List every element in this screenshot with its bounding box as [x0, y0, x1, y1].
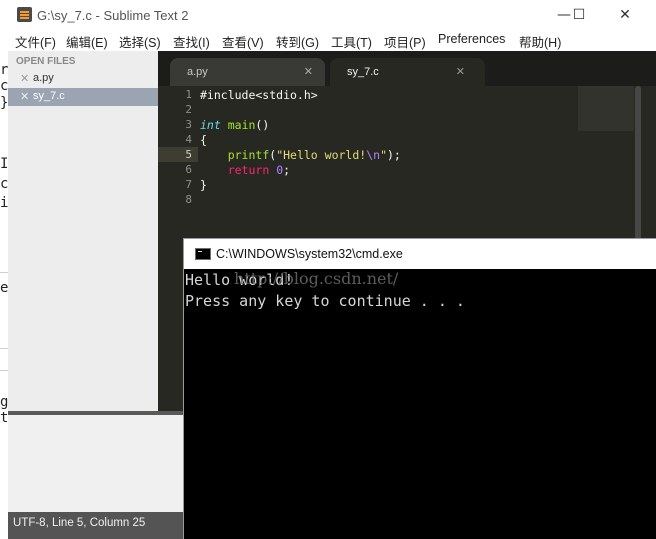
line-number: 6: [185, 163, 192, 176]
function-name: main: [227, 118, 256, 132]
code-line-7: }: [200, 178, 207, 192]
code-line-1: #include<stdio.h>: [200, 88, 318, 102]
sublime-app-icon: [17, 7, 32, 22]
escape-sequence: \n: [366, 148, 381, 162]
open-files-heading: OPEN FILES: [16, 56, 76, 67]
tab-close-icon[interactable]: ✕: [304, 65, 313, 78]
background-divider: [0, 348, 8, 349]
line-number: 7: [185, 178, 192, 191]
sidebar-file-sy-7-c[interactable]: ✕ sy_7.c: [8, 88, 158, 106]
menu-file[interactable]: 文件(F): [15, 32, 56, 51]
line-number: 1: [185, 88, 192, 101]
close-button[interactable]: ✕: [610, 5, 640, 25]
sidebar: OPEN FILES ✕ a.py ✕ sy_7.c: [8, 51, 158, 411]
line-number: 8: [185, 193, 192, 206]
menu-view[interactable]: 查看(V): [222, 32, 264, 51]
string-quote: ": [380, 148, 387, 162]
function-call: printf: [227, 148, 270, 162]
close-file-icon[interactable]: ✕: [20, 90, 29, 103]
code-line-6: return 0;: [200, 163, 290, 177]
line-number: 4: [185, 133, 192, 146]
menu-bar: 文件(F) 编辑(E) 选择(S) 查找(I) 查看(V) 转到(G) 工具(T…: [8, 30, 656, 51]
open-brace: {: [200, 133, 207, 147]
watermark: http://blog.csdn.net/: [234, 269, 399, 288]
vertical-scrollbar[interactable]: [635, 86, 641, 246]
cmd-title-bar[interactable]: C:\WINDOWS\system32\cmd.exe: [184, 239, 656, 269]
sidebar-file-a-py[interactable]: ✕ a.py: [8, 70, 158, 88]
tab-sy-7-c[interactable]: sy_7.c ✕: [330, 58, 485, 86]
menu-preferences[interactable]: Preferences: [438, 32, 505, 46]
sidebar-file-label: sy_7.c: [33, 90, 65, 102]
cmd-window-title: C:\WINDOWS\system32\cmd.exe: [216, 247, 403, 261]
cmd-output-line: Press any key to continue . . .: [185, 292, 465, 310]
window-title: G:\sy_7.c - Sublime Text 2: [37, 8, 189, 23]
menu-find[interactable]: 查找(I): [173, 32, 210, 51]
string-literal: "Hello world!: [276, 148, 367, 162]
type-keyword: int: [200, 118, 221, 132]
minimap[interactable]: [578, 86, 634, 131]
close-paren: );: [387, 148, 401, 162]
tab-label: sy_7.c: [347, 66, 379, 78]
background-divider: [0, 272, 8, 273]
cmd-terminal-icon: [195, 248, 211, 260]
maximize-button[interactable]: ☐: [564, 5, 594, 25]
close-file-icon[interactable]: ✕: [20, 72, 29, 85]
tab-close-icon[interactable]: ✕: [456, 65, 465, 78]
tab-a-py[interactable]: a.py ✕: [170, 58, 325, 86]
semicolon: ;: [283, 163, 291, 177]
parens: (): [255, 118, 270, 132]
menu-tools[interactable]: 工具(T): [331, 32, 372, 51]
include-directive: #include<stdio.h>: [200, 88, 318, 102]
code-line-5: printf("Hello world!\n");: [200, 148, 401, 162]
tab-label: a.py: [187, 66, 208, 78]
line-number: 3: [185, 118, 192, 131]
status-text: UTF-8, Line 5, Column 25: [13, 517, 146, 529]
menu-selection[interactable]: 选择(S): [119, 32, 161, 51]
return-keyword: return: [227, 163, 270, 177]
sidebar-file-label: a.py: [33, 72, 54, 84]
background-divider: [0, 370, 8, 371]
title-bar[interactable]: G:\sy_7.c - Sublime Text 2 — ☐ ✕: [8, 0, 656, 30]
menu-project[interactable]: 项目(P): [384, 32, 426, 51]
cmd-window[interactable]: C:\WINDOWS\system32\cmd.exe Hello world!…: [183, 238, 656, 539]
menu-help[interactable]: 帮助(H): [519, 32, 561, 51]
menu-goto[interactable]: 转到(G): [276, 32, 319, 51]
tab-bar: a.py ✕ sy_7.c ✕: [158, 51, 656, 86]
line-number: 2: [185, 103, 192, 116]
menu-edit[interactable]: 编辑(E): [66, 32, 108, 51]
code-line-4: {: [200, 133, 207, 147]
code-line-3: int main(): [200, 118, 269, 132]
line-number: 5: [185, 148, 192, 161]
close-brace: }: [200, 178, 207, 192]
